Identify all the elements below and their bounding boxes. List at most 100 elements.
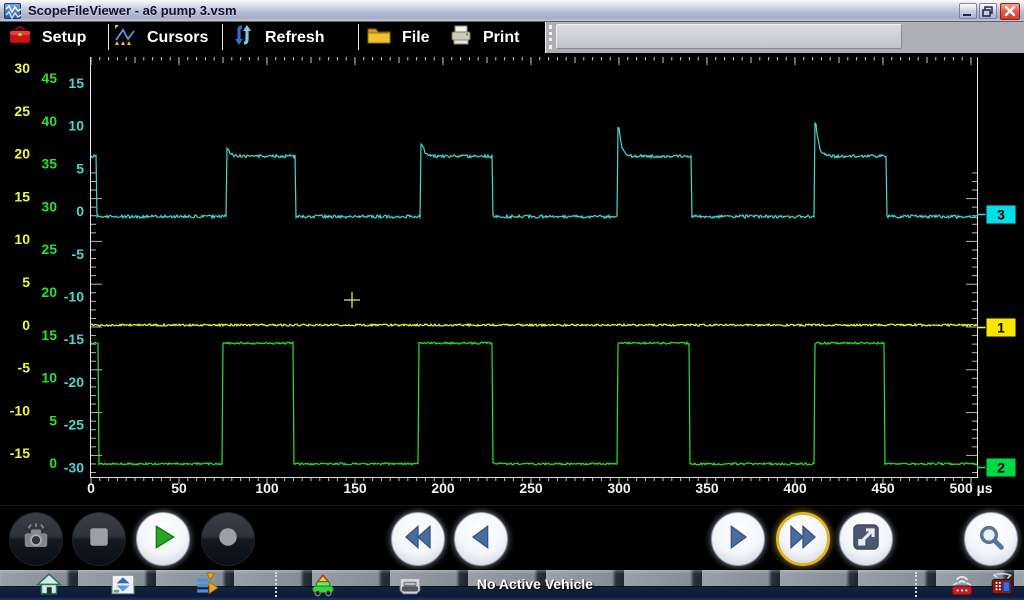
- svg-text:-20: -20: [64, 374, 84, 390]
- svg-text:2: 2: [997, 460, 1005, 476]
- camera-icon: [21, 522, 51, 557]
- setup-button[interactable]: Setup: [8, 22, 86, 53]
- play-button[interactable]: [136, 512, 190, 566]
- yellow-scale: 302520151050-5-10-15: [10, 60, 30, 461]
- svg-text:15: 15: [14, 188, 30, 204]
- svg-text:10: 10: [41, 370, 57, 386]
- svg-text:1: 1: [997, 320, 1005, 336]
- print-button[interactable]: Print: [449, 22, 519, 53]
- scope-display: 302520151050-5-10-1545403530252015105015…: [0, 53, 1024, 505]
- toolbar: Setup Cursors Refresh File Pr: [0, 22, 1024, 53]
- svg-text:40: 40: [41, 113, 57, 129]
- document-arrows-icon[interactable]: [195, 572, 221, 598]
- statusbar-separator: [275, 572, 277, 597]
- svg-text:450: 450: [871, 480, 895, 496]
- playback-bar: 00:00:094: [0, 505, 1024, 570]
- step-forward-icon: [722, 521, 754, 558]
- green-scale: 45 40 35 30 25 20 15 10 5 0: [41, 70, 57, 471]
- vehicle-gray-icon[interactable]: [397, 572, 423, 598]
- svg-text:-5: -5: [72, 246, 85, 262]
- window-arrows-icon[interactable]: [110, 572, 136, 598]
- waveform-channel-1: [91, 324, 977, 326]
- svg-text:5: 5: [49, 412, 57, 428]
- scope-canvas[interactable]: 302520151050-5-10-1545403530252015105015…: [0, 53, 1024, 505]
- cursors-label: Cursors: [147, 29, 208, 47]
- wireless-device-icon[interactable]: [948, 572, 974, 598]
- file-label: File: [402, 29, 430, 47]
- svg-text:-10: -10: [10, 402, 30, 418]
- stop-button[interactable]: [72, 512, 126, 566]
- minimize-button[interactable]: [959, 3, 977, 19]
- time-axis-labels: 050100150200250300350400450500 µs: [87, 480, 993, 496]
- snapshot-button[interactable]: [9, 512, 63, 566]
- titlebar: ScopeFileViewer - a6 pump 3.vsm: [0, 0, 1024, 22]
- vehicle-select-icon[interactable]: [310, 572, 336, 598]
- stop-icon: [84, 522, 114, 557]
- statusbar: No Active Vehicle: [0, 570, 1024, 600]
- svg-text:30: 30: [14, 60, 30, 76]
- cursors-button[interactable]: Cursors: [113, 22, 208, 53]
- home-icon[interactable]: [36, 572, 62, 598]
- svg-text:45: 45: [41, 70, 57, 86]
- toolbar-separator: [358, 24, 359, 50]
- close-icon[interactable]: [1000, 3, 1020, 20]
- svg-text:100: 100: [255, 480, 279, 496]
- zoom-button[interactable]: [964, 512, 1018, 566]
- svg-text:5: 5: [76, 160, 84, 176]
- restore-button[interactable]: [979, 3, 997, 19]
- crosshair-cursor[interactable]: [344, 292, 360, 308]
- scope-frame: [90, 57, 978, 484]
- toolbar-empty-panel: [556, 24, 902, 49]
- waveform-channel-2: [91, 342, 977, 465]
- svg-text:0: 0: [87, 480, 95, 496]
- svg-text:35: 35: [41, 156, 57, 172]
- svg-text:15: 15: [68, 75, 84, 91]
- toolbar-right-panel: [545, 22, 1024, 53]
- active-vehicle-status: No Active Vehicle: [430, 576, 640, 592]
- svg-text:50: 50: [171, 480, 187, 496]
- expand-button[interactable]: [839, 512, 893, 566]
- svg-text:15: 15: [41, 327, 57, 343]
- printer-icon: [449, 24, 473, 51]
- folder-icon: [366, 24, 392, 51]
- scope-trace-icon: [4, 3, 21, 19]
- toolbar-separator: [222, 24, 223, 50]
- print-label: Print: [483, 29, 519, 47]
- refresh-label: Refresh: [265, 29, 325, 47]
- svg-text:3: 3: [997, 207, 1005, 223]
- scope-file-viewer-window: ScopeFileViewer - a6 pump 3.vsm Setup Cu…: [0, 0, 1024, 600]
- rewind-icon: [402, 521, 434, 558]
- cursors-icon: [113, 24, 137, 51]
- svg-text:-15: -15: [10, 445, 30, 461]
- record-button[interactable]: [201, 512, 255, 566]
- channel-marker-3[interactable]: 3: [977, 205, 1016, 224]
- refresh-icon: [231, 24, 255, 51]
- step-forward-button[interactable]: [711, 512, 765, 566]
- svg-text:-25: -25: [64, 417, 84, 433]
- svg-text:20: 20: [14, 146, 30, 162]
- step-back-button[interactable]: [454, 512, 508, 566]
- refresh-button[interactable]: Refresh: [231, 22, 325, 53]
- fast-forward-button[interactable]: [776, 512, 830, 566]
- cyan-scale: 151050-5-10-15-20-25-30: [64, 75, 84, 475]
- svg-text:25: 25: [41, 241, 57, 257]
- interface-device-icon[interactable]: [988, 572, 1014, 598]
- step-back-icon: [465, 521, 497, 558]
- channel-marker-1[interactable]: 1: [977, 318, 1016, 337]
- svg-text:-5: -5: [18, 360, 31, 376]
- svg-text:10: 10: [68, 118, 84, 134]
- svg-text:30: 30: [41, 198, 57, 214]
- toolbar-separator: [108, 24, 109, 50]
- svg-text:0: 0: [49, 455, 57, 471]
- file-button[interactable]: File: [366, 22, 430, 53]
- toolbar-grip[interactable]: [549, 25, 552, 49]
- waveform-channel-3: [91, 123, 977, 218]
- svg-text:500 µs: 500 µs: [949, 480, 992, 496]
- svg-text:200: 200: [431, 480, 455, 496]
- svg-text:25: 25: [14, 103, 30, 119]
- rewind-button[interactable]: [391, 512, 445, 566]
- svg-text:300: 300: [607, 480, 631, 496]
- channel-marker-2[interactable]: 2: [977, 458, 1016, 477]
- fast-forward-icon: [787, 521, 819, 558]
- svg-text:20: 20: [41, 284, 57, 300]
